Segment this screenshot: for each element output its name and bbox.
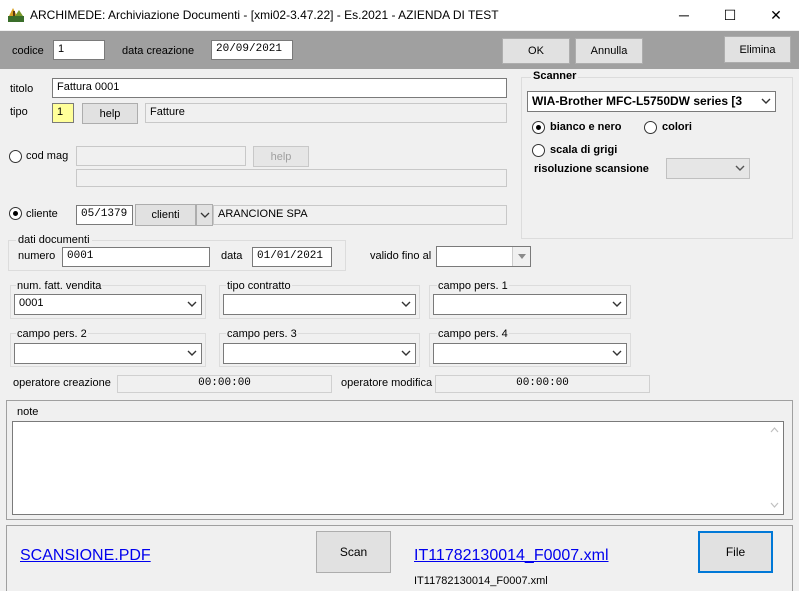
cliente-radio[interactable] [9,207,22,220]
note-textarea[interactable] [12,421,784,515]
data-input[interactable]: 01/01/2021 [252,247,332,267]
scroll-up-arrow-icon[interactable] [770,427,779,433]
operatore-creazione-label: operatore creazione [13,377,111,389]
campo2-select[interactable] [14,343,202,364]
xml-file-caption: IT11782130014_F0007.xml [414,575,548,587]
campo4-label: campo pers. 4 [437,328,509,340]
numero-input[interactable]: 0001 [62,247,210,267]
num-fatt-label: num. fatt. vendita [16,280,103,292]
chevron-down-icon [401,301,411,307]
chevron-down-icon [761,98,771,104]
colori-radio[interactable] [644,121,657,134]
window-title: ARCHIMEDE: Archiviazione Documenti - [xm… [30,8,499,22]
tipo-contratto-label: tipo contratto [226,280,292,292]
numero-label: numero [18,250,56,262]
num-fatt-select[interactable]: 0001 [14,294,202,315]
xml-file-link[interactable]: IT11782130014_F0007.xml [414,547,609,565]
archimede-app-icon [8,8,24,22]
risoluzione-label: risoluzione scansione [534,163,649,175]
clienti-dropdown-button[interactable] [196,204,213,226]
note-label: note [17,406,39,418]
chevron-down-icon [735,165,745,171]
file-button[interactable]: File [698,531,773,573]
campo1-label: campo pers. 1 [437,280,509,292]
bianco-nero-radio[interactable] [532,121,545,134]
campo2-label: campo pers. 2 [16,328,88,340]
toolbar [0,31,799,69]
scanner-device-select[interactable]: WIA-Brother MFC-L5750DW series [3 [527,91,776,112]
data-label: data [221,250,243,262]
chevron-down-icon [187,350,197,356]
cliente-code-input[interactable]: 05/1379 [76,205,133,225]
campo1-select[interactable] [433,294,627,315]
minimize-button[interactable]: ─ [661,0,707,30]
colori-label: colori [662,121,692,133]
annulla-button[interactable]: Annulla [575,38,643,64]
cod-mag-input [76,146,246,166]
scanner-device-value: WIA-Brother MFC-L5750DW series [3 [532,94,743,108]
operatore-modifica-label: operatore modifica [341,377,433,389]
tipo-input[interactable]: 1 [52,103,74,123]
data-creazione-input[interactable]: 20/09/2021 [211,40,293,60]
tipo-contratto-select[interactable] [223,294,416,315]
tipo-label: tipo [10,106,28,118]
cod-mag-radio[interactable] [9,150,22,163]
scala-grigi-radio[interactable] [532,144,545,157]
operatore-creazione-value: 00:00:00 [117,375,332,393]
note-scrollbar[interactable] [766,422,783,514]
chevron-down-icon [517,254,526,259]
minimize-icon: ─ [679,7,689,23]
scan-button[interactable]: Scan [316,531,391,573]
valido-dropdown-button[interactable] [512,247,530,266]
campo4-select[interactable] [433,343,627,364]
operatore-modifica-value: 00:00:00 [435,375,650,393]
scansione-pdf-link[interactable]: SCANSIONE.PDF [20,547,151,565]
ok-button[interactable]: OK [502,38,570,64]
valido-fino-al-label: valido fino al [370,250,432,262]
cod-mag-description [76,169,507,187]
title-bar: ARCHIMEDE: Archiviazione Documenti - [xm… [0,0,799,30]
num-fatt-value: 0001 [19,297,44,309]
tipo-description: Fatture [145,103,507,123]
chevron-down-icon [612,301,622,307]
titolo-input[interactable]: Fattura 0001 [52,78,507,98]
codice-label: codice [12,45,44,57]
scanner-group-label: Scanner [531,70,579,82]
cod-mag-label: cod mag [26,150,69,162]
data-creazione-label: data creazione [122,45,195,57]
cod-mag-help-button: help [253,146,309,167]
campo3-select[interactable] [223,343,416,364]
maximize-button[interactable]: ☐ [707,0,753,30]
scroll-down-arrow-icon[interactable] [770,502,779,508]
codice-input[interactable]: 1 [53,40,105,60]
clienti-button[interactable]: clienti [135,204,196,226]
cliente-label: cliente [26,208,58,220]
risoluzione-select[interactable] [666,158,750,179]
cliente-name: ARANCIONE SPA [213,205,507,225]
bianco-nero-label: bianco e nero [550,121,622,133]
elimina-button[interactable]: Elimina [724,36,791,63]
chevron-down-icon [187,301,197,307]
close-icon: ✕ [770,6,782,23]
maximize-icon: ☐ [723,6,737,23]
chevron-down-icon [200,212,209,218]
scala-grigi-label: scala di grigi [550,144,618,156]
chevron-down-icon [612,350,622,356]
chevron-down-icon [401,350,411,356]
close-button[interactable]: ✕ [753,0,799,30]
campo3-label: campo pers. 3 [226,328,298,340]
tipo-help-button[interactable]: help [82,103,138,124]
titolo-label: titolo [10,83,34,95]
dati-documenti-label: dati documenti [16,234,92,246]
